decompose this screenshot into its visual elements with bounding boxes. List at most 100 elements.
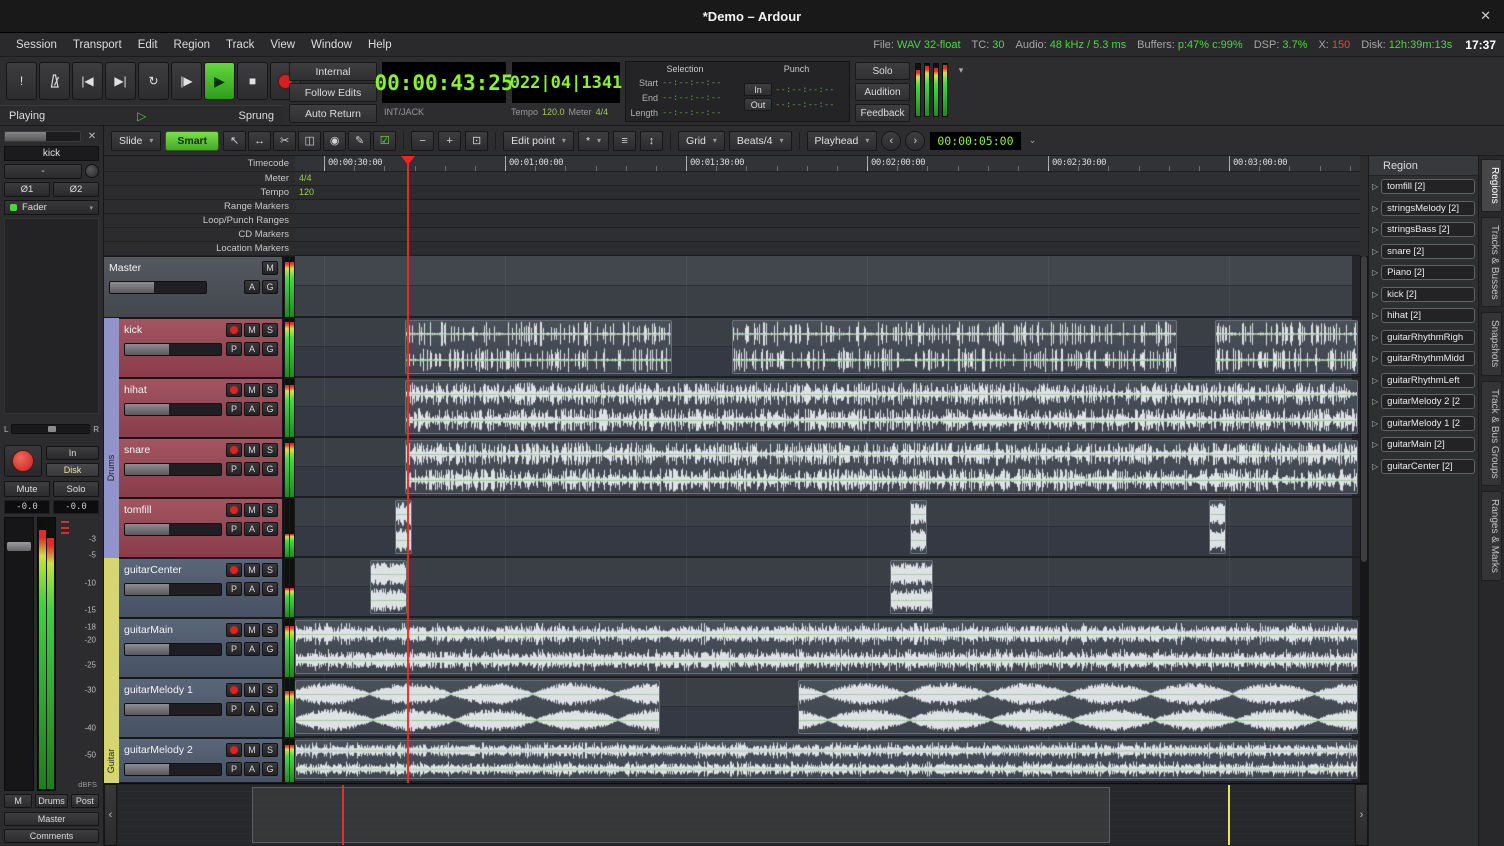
group-tab-guitar[interactable] xyxy=(104,618,119,678)
output-post-button[interactable]: Post xyxy=(71,794,99,808)
region-list-item[interactable]: ▷tomfill [2] xyxy=(1369,176,1478,198)
menu-window[interactable]: Window xyxy=(303,39,360,51)
group-tab-drums[interactable] xyxy=(104,318,119,378)
side-tab-tracks-busses[interactable]: Tracks & Busses xyxy=(1481,217,1502,308)
playhead-marker-icon[interactable] xyxy=(401,156,415,172)
solo-button[interactable]: Solo xyxy=(855,62,910,80)
region-list-item[interactable]: ▷guitarRhythmLeft xyxy=(1369,370,1478,392)
group-tab-guitar[interactable] xyxy=(104,678,119,738)
play-range-button[interactable]: |▶ xyxy=(171,62,202,100)
record-arm-button[interactable] xyxy=(226,383,242,397)
menu-region[interactable]: Region xyxy=(166,39,218,51)
nav-prev-button[interactable]: ‹ xyxy=(881,131,901,151)
loop-button[interactable]: ↻ xyxy=(138,62,169,100)
trim-knob[interactable] xyxy=(85,164,99,178)
bbt-clock[interactable]: 022|04|1341 xyxy=(511,61,621,104)
side-tab-track-bus-groups[interactable]: Track & Bus Groups xyxy=(1481,381,1502,487)
region-list-item[interactable]: ▷guitarMelody 2 [2 xyxy=(1369,391,1478,413)
meter-options-dropdown[interactable]: ▾ xyxy=(954,63,968,77)
group-tab-drums[interactable] xyxy=(104,378,119,438)
track-mute-button[interactable]: M xyxy=(244,443,260,457)
cut-tool[interactable]: ✂ xyxy=(273,131,296,151)
region-list-item[interactable]: ▷snare [2] xyxy=(1369,241,1478,263)
record-arm-button[interactable] xyxy=(226,743,242,757)
track-lane-guitarmain[interactable] xyxy=(295,618,1360,678)
record-arm-button[interactable] xyxy=(226,623,242,637)
group-tab-drums[interactable] xyxy=(104,498,119,558)
grid-unit-combo[interactable]: Beats/4 xyxy=(729,131,792,151)
midi-panic-button[interactable]: ! xyxy=(6,62,37,100)
track-lane-hihat[interactable] xyxy=(295,378,1360,438)
strip-mute-button[interactable]: Mute xyxy=(4,481,50,497)
goto-start-button[interactable]: |◀ xyxy=(72,62,103,100)
region-list-item[interactable]: ▷guitarRhythmMidd xyxy=(1369,348,1478,370)
group-button[interactable]: G xyxy=(262,582,278,596)
marker-combo[interactable]: * xyxy=(578,131,609,151)
record-arm-button[interactable] xyxy=(226,503,242,517)
output-drums-button[interactable]: Drums xyxy=(35,794,68,808)
ruler-label-cd-markers[interactable]: CD Markers xyxy=(238,229,289,240)
region-expander-icon[interactable]: ▷ xyxy=(1372,354,1378,363)
audio-region[interactable] xyxy=(910,500,927,554)
nudge-clock-dropdown[interactable]: ⌄ xyxy=(1026,133,1040,149)
automation-button[interactable]: A xyxy=(244,522,260,536)
track-gain-fader[interactable] xyxy=(109,281,207,294)
auto-return-button[interactable]: Auto Return xyxy=(289,104,377,123)
comments-button[interactable]: Comments xyxy=(4,829,99,843)
record-arm-button[interactable] xyxy=(226,443,242,457)
group-button[interactable]: G xyxy=(262,280,278,294)
track-gain-fader[interactable] xyxy=(124,403,222,416)
tempo-value[interactable]: 120.0 xyxy=(542,107,565,117)
close-mixer-strip-button[interactable]: ✕ xyxy=(85,130,99,143)
playlist-button[interactable]: P xyxy=(226,342,242,356)
audio-region[interactable] xyxy=(295,680,660,734)
audition-button[interactable]: Audition xyxy=(855,83,910,101)
punch-out-button[interactable]: Out xyxy=(744,98,772,111)
ruler-label-loop-punch-ranges[interactable]: Loop/Punch Ranges xyxy=(203,215,289,226)
automation-button[interactable]: A xyxy=(244,342,260,356)
processor-box[interactable] xyxy=(4,218,99,414)
group-label-drums[interactable]: Drums xyxy=(106,455,116,482)
tempo-marker[interactable]: 120 xyxy=(299,187,314,197)
track-solo-button[interactable]: S xyxy=(262,323,278,337)
record-arm-button[interactable] xyxy=(226,323,242,337)
automation-button[interactable]: A xyxy=(244,642,260,656)
zoom-out-button[interactable]: − xyxy=(411,131,434,151)
feedback-button[interactable]: Feedback xyxy=(855,104,910,122)
record-arm-button[interactable] xyxy=(226,563,242,577)
track-header-guitarmain[interactable]: guitarMainMSPAG xyxy=(119,618,283,678)
group-button[interactable]: G xyxy=(262,402,278,416)
track-lane-snare[interactable] xyxy=(295,438,1360,498)
playlist-button[interactable]: P xyxy=(226,642,242,656)
nudge-clock[interactable]: 00:00:05:00 xyxy=(929,131,1021,151)
pan-handle[interactable] xyxy=(48,426,56,432)
group-button[interactable]: G xyxy=(262,702,278,716)
track-gain-fader[interactable] xyxy=(124,763,222,776)
editor-mixer-mini-fader[interactable] xyxy=(4,131,81,142)
ruler-label-timecode[interactable]: Timecode xyxy=(248,158,289,169)
track-header-tomfill[interactable]: tomfillMSPAG xyxy=(119,498,283,558)
object-tool[interactable]: ↖ xyxy=(223,131,246,151)
audio-region[interactable] xyxy=(405,380,1358,434)
edit-mode-combo[interactable]: Slide xyxy=(111,131,161,151)
audio-region[interactable] xyxy=(732,320,1177,374)
summary-view-rectangle[interactable] xyxy=(252,787,1110,843)
audio-region[interactable] xyxy=(295,620,1358,674)
stretch-tool[interactable]: ◫ xyxy=(298,131,321,151)
audio-region[interactable] xyxy=(395,500,412,554)
ruler-label-tempo[interactable]: Tempo xyxy=(260,187,289,198)
nav-next-button[interactable]: › xyxy=(905,131,925,151)
menu-edit[interactable]: Edit xyxy=(130,39,166,51)
track-solo-button[interactable]: S xyxy=(262,503,278,517)
stop-button[interactable]: ■ xyxy=(237,62,268,100)
summary-scroll-right-button[interactable]: › xyxy=(1355,784,1368,846)
menu-track[interactable]: Track xyxy=(218,39,262,51)
group-tab-guitar[interactable] xyxy=(104,558,119,618)
goto-end-button[interactable]: ▶| xyxy=(105,62,136,100)
region-list-header[interactable]: Region xyxy=(1369,156,1478,176)
master-output-button[interactable]: Master xyxy=(4,812,99,826)
peak-display[interactable]: -0.0 xyxy=(53,500,99,514)
input-monitor-button[interactable]: In xyxy=(46,446,99,460)
range-tool[interactable]: ↔ xyxy=(248,131,271,151)
track-gain-fader[interactable] xyxy=(124,703,222,716)
